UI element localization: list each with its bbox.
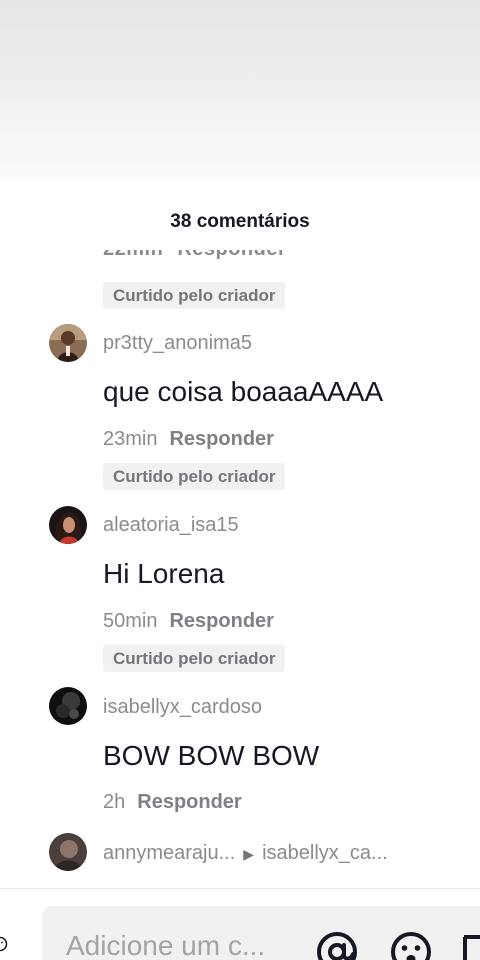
comment-time: 22min — [103, 250, 163, 260]
user-avatar-icon — [49, 687, 87, 725]
emoji-icon[interactable] — [0, 936, 8, 952]
reply-button[interactable]: Responder — [177, 250, 286, 260]
emoji-icon[interactable] — [389, 930, 433, 960]
reply-button[interactable]: Responder — [137, 791, 241, 813]
comment-username[interactable]: annymearaju... — [103, 842, 235, 864]
comments-list[interactable]: 22min Responder Curtido pelo criador pr3t… — [0, 250, 480, 890]
reply-arrow-icon: ▶ — [243, 846, 255, 862]
liked-by-creator-badge: Curtido pelo criador — [103, 463, 286, 490]
avatar[interactable] — [49, 687, 87, 725]
comment-meta: 50min Responder — [103, 610, 274, 633]
comment-meta: 23min Responder — [103, 428, 274, 451]
comment-text: BOW BOW BOW — [103, 740, 320, 771]
partial-comment-meta: 22min Responder — [103, 250, 286, 261]
comment-username[interactable]: pr3tty_anonima5 — [103, 332, 252, 355]
comments-count-title: 38 comentários — [170, 211, 310, 232]
replied-to-username[interactable]: isabellyx_ca... — [262, 842, 388, 864]
liked-by-creator-badge: Curtido pelo criador — [103, 282, 286, 309]
user-avatar-icon — [49, 833, 87, 871]
reply-thread-header: annymearaju... ▶ isabellyx_ca... — [103, 842, 388, 865]
comment-time: 50min — [103, 610, 158, 632]
comment-time: 2h — [103, 791, 126, 813]
liked-by-creator-badge: Curtido pelo criador — [103, 645, 286, 672]
at-icon[interactable] — [315, 930, 359, 960]
comment-time: 23min — [103, 428, 158, 450]
reply-button[interactable]: Responder — [169, 428, 273, 450]
user-avatar-icon — [49, 506, 87, 544]
gift-icon[interactable] — [462, 935, 480, 960]
comment-username[interactable]: isabellyx_cardoso — [103, 696, 262, 719]
avatar[interactable] — [49, 324, 87, 362]
comment-text: que coisa boaaaAAAA — [103, 376, 384, 407]
comment-username[interactable]: aleatoria_isa15 — [103, 514, 239, 537]
avatar[interactable] — [49, 506, 87, 544]
comment-text: Hi Lorena — [103, 558, 225, 589]
video-overlay-area[interactable] — [0, 0, 480, 180]
avatar[interactable] — [49, 833, 87, 871]
user-avatar-icon — [49, 324, 87, 362]
comment-meta: 2h Responder — [103, 791, 242, 814]
reply-button[interactable]: Responder — [169, 610, 273, 632]
comment-input-placeholder: Adicione um c... — [66, 930, 266, 960]
